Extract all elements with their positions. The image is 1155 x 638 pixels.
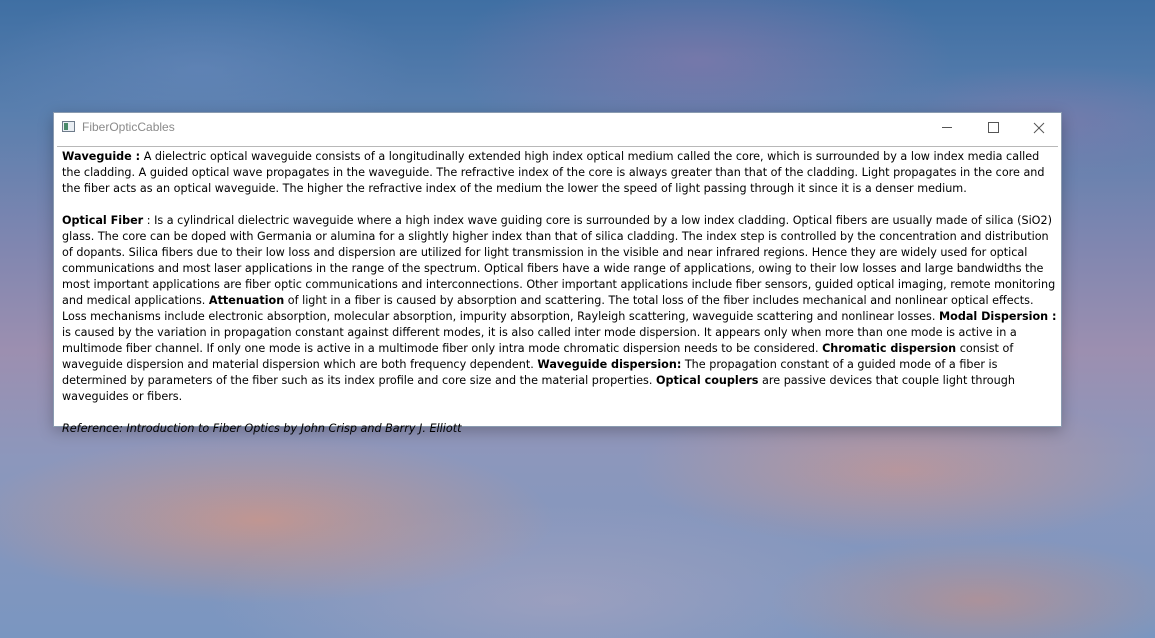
attenuation-term: Attenuation: [208, 294, 285, 307]
waveguide-dispersion-term: Waveguide dispersion:: [537, 358, 682, 371]
window-title: FiberOpticCables: [82, 120, 175, 134]
minimize-icon: [942, 127, 952, 128]
optical-couplers-term: Optical couplers: [655, 374, 759, 387]
optical-fiber-term: Optical Fiber: [62, 214, 144, 227]
minimize-button[interactable]: [924, 113, 970, 142]
app-window[interactable]: FiberOpticCables Waveguide : A dielectri…: [53, 112, 1062, 435]
waveguide-text: A dielectric optical waveguide consists …: [62, 150, 1045, 195]
maximize-button[interactable]: [970, 113, 1016, 142]
waveguide-term: Waveguide :: [62, 150, 141, 163]
chromatic-dispersion-term: Chromatic dispersion: [822, 342, 957, 355]
maximize-icon: [987, 122, 999, 133]
desktop-background: FiberOpticCables Waveguide : A dielectri…: [0, 0, 1155, 638]
reference-text: Reference: Introduction to Fiber Optics …: [62, 422, 462, 435]
title-divider: [57, 146, 1058, 147]
modal-dispersion-term: Modal Dispersion :: [939, 310, 1057, 323]
app-window-icon: [62, 121, 75, 132]
text-content: Waveguide : A dielectric optical wavegui…: [62, 149, 1057, 437]
waveguide-paragraph: Waveguide : A dielectric optical wavegui…: [62, 149, 1057, 197]
title-bar[interactable]: FiberOpticCables: [54, 113, 1061, 143]
close-icon: [1033, 122, 1045, 133]
close-button[interactable]: [1016, 113, 1062, 142]
optical-fiber-paragraph: Optical Fiber : Is a cylindrical dielect…: [62, 213, 1057, 405]
